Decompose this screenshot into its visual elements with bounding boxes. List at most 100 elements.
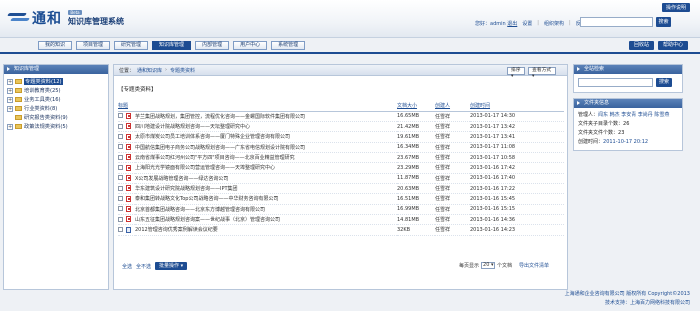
recycle-bin-button[interactable]: 回收站 [628, 41, 654, 50]
file-name-link[interactable]: 云南省煤事公司红河州公司"平方四"项目咨询——北京百业精益管理研究 [135, 152, 397, 164]
column-created[interactable]: 创建时间 [470, 100, 564, 112]
header-link-org[interactable]: 组织架构 [544, 20, 564, 27]
tab-my-knowledge[interactable]: 我的知识 [38, 41, 73, 50]
breadcrumb-root[interactable]: 通和知识库 [137, 67, 162, 74]
tab-system[interactable]: 系统管理 [271, 41, 306, 50]
file-creator: 任雪祥 [435, 204, 470, 215]
system-title: 知识库管理系统 [68, 16, 124, 26]
file-created-time: 2013-01-17 14:30 [470, 111, 564, 122]
tab-project[interactable]: 项目管理 [76, 41, 111, 50]
table-row[interactable]: 云南省煤事公司红河州公司"平方四"项目咨询——北京百业精益管理研究 23.67MB… [118, 152, 564, 164]
table-row[interactable]: 泰和集团转战略文化Top公司战略咨询——中华财务咨询有限公司 16.51MB 任雪祥… [118, 193, 564, 205]
breadcrumb-current[interactable]: 专题类资料 [170, 67, 195, 74]
row-checkbox[interactable] [118, 193, 126, 205]
table-row[interactable]: 山东五征集团战略规划咨询案——世纪战事（北京）管理咨询公司 14.81MB 任雪祥 2… [118, 214, 564, 226]
tree-item[interactable]: + 行业类资料(8) [7, 104, 105, 113]
file-name-link[interactable]: 泰和集团转战略文化Top公司战略咨询——中华财务咨询有限公司 [135, 193, 397, 205]
row-checkbox[interactable] [118, 183, 126, 195]
expand-icon[interactable]: + [7, 123, 13, 130]
file-name-link[interactable]: 芋兰集团战略规划，集团管控，流程优化咨询——金螺国际软件集团有限公司 [135, 111, 397, 122]
folder-info-title: 文件夹信息 [574, 99, 682, 108]
table-row[interactable]: 中国航信集团电子商务公司战略规划咨询——广东省电信规划设计院有限公司 16.34M… [118, 142, 564, 153]
row-checkbox[interactable] [118, 121, 126, 133]
folder-title: 【专题类资料】 [118, 87, 157, 93]
row-checkbox[interactable] [118, 131, 126, 143]
file-name-link[interactable]: 山东五征集团战略规划咨询案——世纪战事（北京）管理咨询公司 [135, 214, 397, 226]
table-row[interactable]: 太原市煤炭公司员工培训体系咨询——厦门特殊企业管理咨询有限公司 19.61MB 任雪… [118, 131, 564, 143]
tab-knowledge-base[interactable]: 知识库管理 [152, 41, 192, 50]
column-creator[interactable]: 创建人 [435, 100, 470, 112]
help-button[interactable]: 操作说明 [661, 3, 690, 12]
table-row[interactable]: X公司发展战略管理咨询——绿达咨询公司 11.87MB 任雪祥 2013-01-16 … [118, 173, 564, 184]
file-name-link[interactable]: 2012管理咨询优秀案例解读会议纪要 [135, 224, 397, 236]
site-search-input[interactable] [578, 78, 653, 87]
logo: 通和 Beta 知识库管理系统 [7, 8, 124, 28]
pdf-file-icon [126, 183, 135, 195]
column-title[interactable]: 标题 [118, 100, 397, 112]
tree-item-label[interactable]: 研究报告类资料(9) [24, 114, 68, 121]
top-search-button[interactable]: 搜索 [656, 17, 671, 27]
pdf-file-icon [126, 121, 135, 133]
file-name-link[interactable]: 中国航信集团电子商务公司战略规划咨询——广东省电信规划设计院有限公司 [135, 142, 397, 153]
order-dropdown[interactable]: 排序 ▾ [507, 67, 525, 79]
tree-item[interactable]: + 业务工具类(16) [7, 95, 105, 104]
folder-icon [15, 88, 22, 93]
collapse-arrow-icon [7, 67, 10, 71]
expand-icon[interactable]: + [7, 105, 13, 112]
collapse-arrow-icon [577, 101, 580, 105]
tree-item-label[interactable]: 业务工具类(16) [24, 96, 61, 103]
per-page-select[interactable]: 20 ▾ [481, 262, 496, 269]
row-checkbox[interactable] [118, 224, 126, 236]
row-checkbox[interactable] [118, 173, 126, 184]
tab-user-center[interactable]: 用户中心 [233, 41, 268, 50]
help-center-button[interactable]: 帮助中心 [657, 41, 688, 50]
file-name-link[interactable]: 太原市煤炭公司员工培训体系咨询——厦门特殊企业管理咨询有限公司 [135, 131, 397, 143]
file-name-link[interactable]: 北京首都集团战略咨询——北京东方博越管理咨询有限公司 [135, 204, 397, 215]
tree-item[interactable]: + 专题类资料(12) [7, 77, 105, 86]
left-panel-title: 知识库管理 [4, 65, 108, 74]
export-list-link[interactable]: 导出文件清单 [519, 262, 549, 269]
table-row[interactable]: 华东建筑设计研究院战略规划咨询——IPT集团 20.63MB 任雪祥 2013-01-… [118, 183, 564, 195]
expand-icon[interactable]: + [7, 87, 13, 94]
site-search-button[interactable]: 搜索 [656, 78, 673, 87]
nav-divider [0, 52, 700, 54]
tree-item-label[interactable]: 培训教育类(25) [24, 87, 61, 94]
row-checkbox[interactable] [118, 142, 126, 153]
site-search-title: 全站检索 [574, 65, 682, 74]
expand-icon[interactable]: + [7, 78, 13, 85]
tree-item[interactable]: + 培训教育类(25) [7, 86, 105, 95]
header-link-settings[interactable]: 设置 [522, 20, 532, 27]
tab-internal[interactable]: 内部管理 [195, 41, 230, 50]
batch-operation-button[interactable]: 批量操作 ▾ [155, 262, 188, 270]
select-all-link[interactable]: 全选 [122, 263, 132, 270]
tree-item-label[interactable]: 政策法规类资料(5) [24, 123, 68, 130]
tree-item[interactable]: 研究报告类资料(9) [7, 113, 105, 122]
tab-research[interactable]: 研究管理 [114, 41, 149, 50]
table-row[interactable]: 2012管理咨询优秀案例解读会议纪要 32KB 任雪祥 2013-01-16 14:2… [118, 224, 564, 236]
file-name-link[interactable]: 华东建筑设计研究院战略规划咨询——IPT集团 [135, 183, 397, 195]
deselect-all-link[interactable]: 全不选 [136, 263, 151, 270]
table-row[interactable]: 芋兰集团战略规划，集团管控，流程优化咨询——金螺国际软件集团有限公司 16.65M… [118, 111, 564, 122]
row-checkbox[interactable] [118, 152, 126, 164]
file-size: 19.61MB [397, 131, 435, 143]
file-name-link[interactable]: 上海阳光光学镜面有限公司营运管理咨询——天埠整理研究中心 [135, 162, 397, 174]
exit-link[interactable]: 退出 [507, 21, 517, 27]
column-size[interactable]: 文档大小 [397, 100, 435, 112]
tree-item-label[interactable]: 行业类资料(8) [24, 105, 57, 112]
pdf-file-icon [126, 142, 135, 153]
expand-icon[interactable]: + [7, 96, 13, 103]
table-row[interactable]: 上海阳光光学镜面有限公司营运管理咨询——天埠整理研究中心 23.29MB 任雪祥 20… [118, 162, 564, 174]
row-checkbox[interactable] [118, 162, 126, 174]
row-checkbox[interactable] [118, 214, 126, 226]
file-name-link[interactable]: X公司发展战略管理咨询——绿达咨询公司 [135, 173, 397, 184]
tree-item[interactable]: + 政策法规类资料(5) [7, 122, 105, 131]
file-size: 32KB [397, 224, 435, 236]
tree-item-label[interactable]: 专题类资料(12) [24, 78, 63, 85]
row-checkbox[interactable] [118, 111, 126, 122]
table-row[interactable]: 四川地建设计院战略规划咨询——天坛整理研究中心 21.42MB 任雪祥 2013-01… [118, 121, 564, 133]
top-search-input[interactable] [580, 17, 653, 27]
table-row[interactable]: 北京首都集团战略咨询——北京东方博越管理咨询有限公司 16.99MB 任雪祥 2013… [118, 204, 564, 215]
row-checkbox[interactable] [118, 204, 126, 215]
view-mode-dropdown[interactable]: 查看方式 ▾ [528, 67, 556, 79]
file-name-link[interactable]: 四川地建设计院战略规划咨询——天坛整理研究中心 [135, 121, 397, 133]
